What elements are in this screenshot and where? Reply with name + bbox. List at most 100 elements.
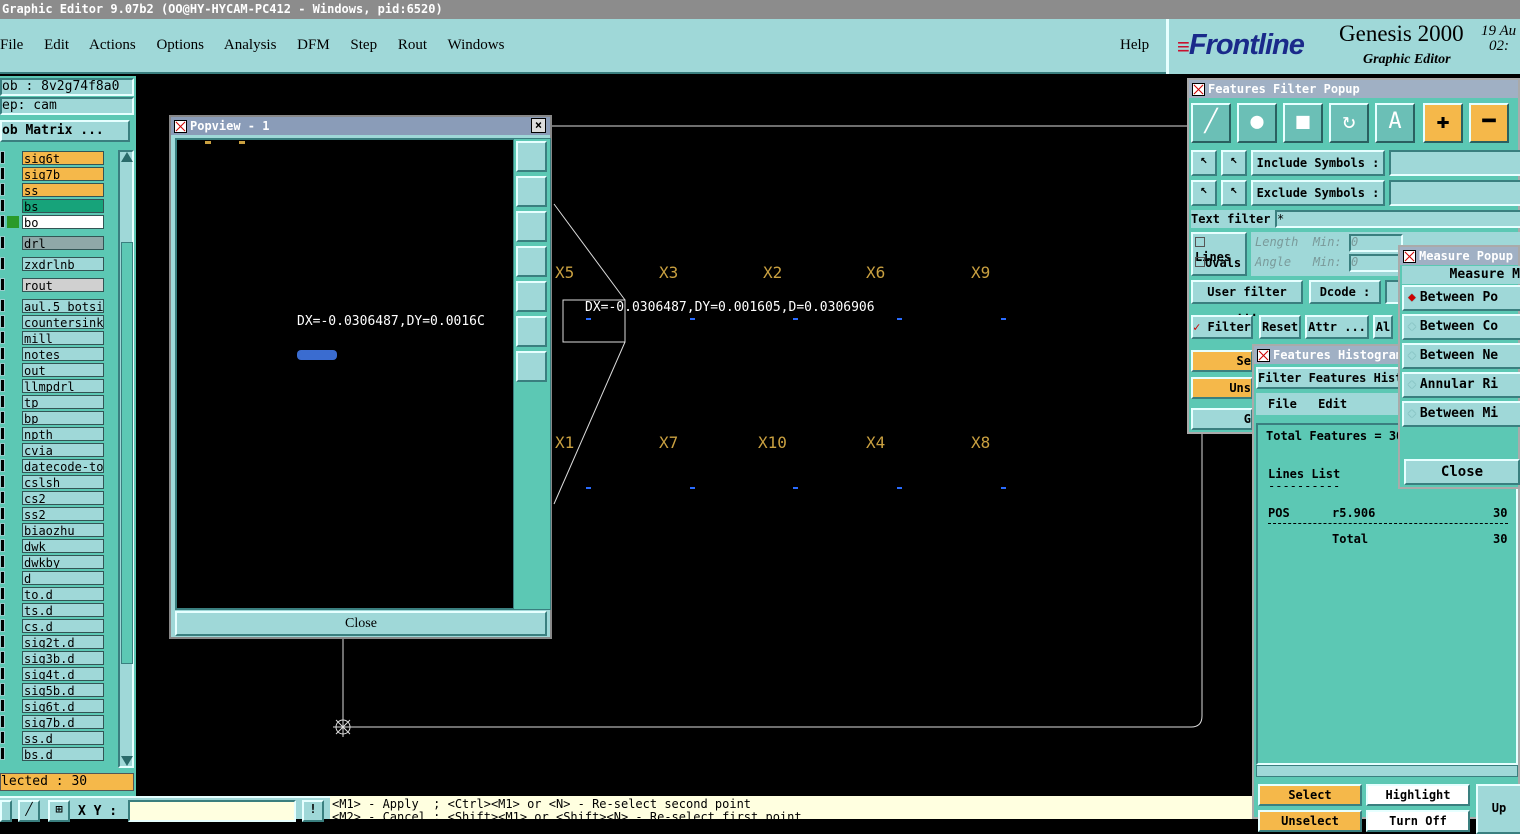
layer-checkbox[interactable] — [0, 667, 5, 680]
layer-checkbox[interactable] — [0, 411, 5, 424]
pan-left-icon[interactable] — [516, 246, 547, 277]
menu-file[interactable]: File — [0, 37, 23, 53]
pan-up-icon[interactable] — [516, 176, 547, 207]
feature-mark[interactable] — [793, 487, 798, 489]
feature-mark[interactable] — [1001, 318, 1006, 320]
menu-help[interactable]: Help — [1120, 37, 1149, 54]
scroll-up-icon[interactable] — [121, 152, 133, 162]
layer-item[interactable]: datecode-to — [22, 459, 104, 473]
feature-mark[interactable] — [793, 318, 798, 320]
feature-mark[interactable] — [586, 487, 591, 489]
layer-checkbox[interactable] — [0, 363, 5, 376]
menu-analysis[interactable]: Analysis — [224, 37, 277, 53]
measure-option[interactable]: ◆ Annular Ri — [1402, 372, 1520, 398]
attr-button[interactable]: Attr ... — [1305, 315, 1369, 339]
layer-item[interactable]: sig7b.d — [22, 715, 104, 729]
layer-item[interactable]: sig5b.d — [22, 683, 104, 697]
popview-close-button[interactable]: Close — [175, 611, 547, 636]
layer-checkbox[interactable] — [0, 683, 5, 696]
layer-checkbox[interactable] — [0, 257, 5, 270]
histogram-menu-edit[interactable]: Edit — [1318, 397, 1347, 411]
menu-windows[interactable]: Windows — [448, 37, 505, 53]
layer-checkbox[interactable] — [0, 427, 5, 440]
layer-item[interactable]: aul.5_botsie — [22, 299, 104, 313]
unselect-button[interactable]: Uns — [1191, 377, 1253, 399]
layer-checkbox[interactable] — [0, 299, 5, 312]
layer-checkbox[interactable] — [0, 731, 5, 744]
measure-option[interactable]: ◆ Between Po — [1402, 285, 1520, 311]
zoom-window-icon[interactable] — [516, 141, 547, 172]
include-symbols-input[interactable] — [1389, 150, 1520, 176]
scroll-down-icon[interactable] — [121, 756, 133, 766]
layer-checkbox[interactable] — [0, 635, 5, 648]
include-select-icon[interactable]: ↖ — [1191, 150, 1217, 176]
exclude-select-icon[interactable]: ↖ — [1191, 180, 1217, 206]
layer-checkbox[interactable] — [0, 555, 5, 568]
layer-item[interactable]: zxdrlnb — [22, 257, 104, 271]
layer-item[interactable]: cslsh — [22, 475, 104, 489]
layer-item[interactable]: sig7b — [22, 167, 104, 181]
layer-item[interactable]: tp — [22, 395, 104, 409]
layer-checkbox[interactable] — [0, 379, 5, 392]
layer-checkbox[interactable] — [0, 507, 5, 520]
negative-icon[interactable]: ━ — [1469, 103, 1509, 143]
layer-checkbox[interactable] — [0, 491, 5, 504]
text-feature-icon[interactable]: A — [1375, 103, 1415, 143]
zoom-in-icon[interactable] — [516, 316, 547, 347]
layer-item[interactable]: biaozhu — [22, 523, 104, 537]
select-button[interactable]: Se — [1191, 350, 1253, 372]
measure-option[interactable]: ◆ Between Co — [1402, 314, 1520, 340]
layer-checkbox[interactable] — [0, 236, 5, 249]
layer-item[interactable]: sig6t — [22, 151, 104, 165]
layer-item[interactable]: ss2 — [22, 507, 104, 521]
histogram-up-button[interactable]: Up — [1476, 784, 1520, 834]
feature-mark[interactable] — [897, 487, 902, 489]
layer-item[interactable]: ts.d — [22, 603, 104, 617]
menu-actions[interactable]: Actions — [89, 37, 136, 53]
layer-checkbox[interactable] — [0, 571, 5, 584]
layer-checkbox[interactable] — [0, 715, 5, 728]
text-filter-input[interactable]: * — [1275, 210, 1520, 228]
job-matrix-button[interactable]: ob Matrix ... — [0, 120, 130, 142]
layer-checkbox[interactable] — [0, 619, 5, 632]
layer-item[interactable]: npth — [22, 427, 104, 441]
al-button[interactable]: Al — [1373, 315, 1393, 339]
menu-edit[interactable]: Edit — [44, 37, 69, 53]
layer-item[interactable]: bo — [22, 215, 104, 229]
pan-right-icon[interactable] — [516, 281, 547, 312]
scroll-thumb[interactable] — [121, 242, 133, 664]
layer-item[interactable]: cvia — [22, 443, 104, 457]
histogram-highlight-button[interactable]: Highlight — [1366, 784, 1470, 806]
user-filter-button[interactable]: User filter ... — [1191, 280, 1303, 319]
layer-checkbox[interactable] — [0, 475, 5, 488]
layer-item[interactable]: drl — [22, 236, 104, 250]
measure-close-button[interactable]: Close — [1404, 459, 1520, 485]
popview-canvas[interactable]: DX=-0.0306487,DY=0.0016C — [175, 138, 515, 610]
layer-checkbox[interactable] — [0, 395, 5, 408]
zoom-out-icon[interactable] — [516, 351, 547, 382]
layer-item[interactable]: countersink_ — [22, 315, 104, 329]
layer-item[interactable]: notes — [22, 347, 104, 361]
layer-checkbox[interactable] — [0, 699, 5, 712]
layer-item[interactable]: to.d — [22, 587, 104, 601]
layer-checkbox[interactable] — [0, 215, 5, 228]
layer-item[interactable]: dwkby — [22, 555, 104, 569]
layer-item[interactable]: bs — [22, 199, 104, 213]
measure-option[interactable]: ◆ Between Mi — [1402, 401, 1520, 427]
length-min-input[interactable]: 0 — [1348, 234, 1403, 252]
reset-button[interactable]: Reset — [1259, 315, 1301, 339]
menu-step[interactable]: Step — [350, 37, 377, 53]
layer-item[interactable]: d — [22, 571, 104, 585]
layer-checkbox[interactable] — [0, 347, 5, 360]
line-feature-icon[interactable]: ╱ — [1191, 103, 1231, 143]
filter-toggle[interactable]: ✓ Filter — [1191, 315, 1253, 339]
layer-item[interactable]: sig4t.d — [22, 667, 104, 681]
layer-scrollbar[interactable] — [118, 150, 134, 768]
exclude-pick-icon[interactable]: ↖ — [1221, 180, 1247, 206]
layer-item[interactable]: cs2 — [22, 491, 104, 505]
pad-feature-icon[interactable]: ● — [1237, 103, 1277, 143]
ovals-checkbox[interactable]: Ovals — [1195, 256, 1241, 270]
layer-checkbox[interactable] — [0, 603, 5, 616]
histogram-turnoff-button[interactable]: Turn Off — [1366, 810, 1470, 832]
histogram-unselect-button[interactable]: Unselect — [1258, 810, 1362, 832]
